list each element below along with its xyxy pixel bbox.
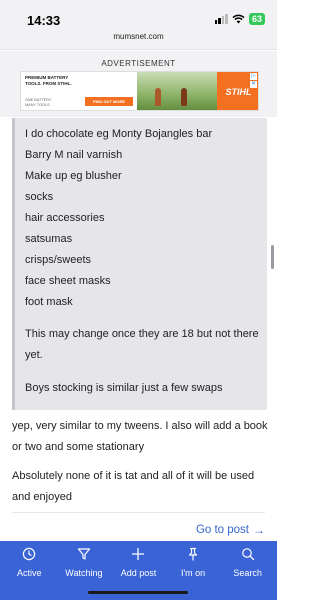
go-to-post-label: Go to post	[195, 524, 249, 536]
arrow-right-icon: →	[253, 523, 265, 537]
quote-list-item: I do chocolate eg Monty Bojangles bar	[25, 128, 213, 140]
quote-list-item: Make up eg blusher	[25, 170, 122, 182]
ad-close-icon[interactable]: ✕	[250, 81, 257, 88]
quote-list-item: foot mask	[25, 296, 73, 308]
pin-icon	[188, 547, 198, 561]
url-domain: mumsnet.com	[113, 32, 164, 41]
post-divider	[12, 512, 265, 513]
url-bar[interactable]: mumsnet.com	[0, 30, 277, 50]
status-bar: 14:33 63	[0, 0, 277, 30]
nav-label: Active	[17, 568, 42, 578]
quote-paragraph: This may change once they are 18 but not…	[25, 328, 259, 361]
search-icon	[241, 548, 254, 561]
quote-list-item: face sheet masks	[25, 275, 111, 287]
quote-list-item: socks	[25, 191, 54, 203]
go-to-post-link[interactable]: Go to post →	[196, 523, 265, 537]
home-indicator[interactable]	[88, 591, 188, 594]
filter-icon	[77, 548, 90, 560]
scrollbar[interactable]	[271, 245, 274, 269]
nav-label: Watching	[65, 568, 103, 578]
quote-paragraph: Boys stocking is similar just a few swap…	[25, 382, 223, 394]
ad-subtext: ONE BATTERY MANY TOOLS	[25, 98, 52, 107]
nav-label: Add post	[120, 568, 157, 578]
nav-label: I'm on	[180, 568, 206, 578]
nav-label: Search	[233, 568, 262, 578]
ad-banner[interactable]: PREMIUM BATTERY TOOLS. FROM STIHL. ONE B…	[20, 71, 259, 111]
battery-indicator: 63	[248, 13, 265, 25]
plus-icon	[132, 547, 145, 561]
ad-choices-icon[interactable]: ▷	[250, 73, 257, 80]
advertisement-area: ADVERTISEMENT PREMIUM BATTERY TOOLS. FRO…	[0, 51, 277, 117]
status-time: 14:33	[27, 13, 61, 28]
clock-icon	[23, 547, 36, 561]
quote-list-item: crisps/sweets	[25, 254, 92, 266]
nav-item-search[interactable]: Search	[222, 541, 274, 600]
quote-list-item: hair accessories	[25, 212, 105, 224]
wifi-icon	[232, 14, 245, 24]
status-icons: 63	[214, 13, 265, 25]
ad-photo	[137, 72, 217, 110]
quote-list-item: satsumas	[25, 233, 73, 245]
quote-list-item: Barry M nail varnish	[25, 149, 123, 161]
quote-block: I do chocolate eg Monty Bojangles bar Ba…	[12, 118, 267, 410]
nav-item-active[interactable]: Active	[3, 541, 55, 600]
quote-list: I do chocolate eg Monty Bojangles bar Ba…	[25, 124, 259, 313]
ad-headline: PREMIUM BATTERY TOOLS. FROM STIHL.	[25, 75, 72, 86]
post-paragraph: yep, very similar to my tweens. I also w…	[12, 420, 268, 453]
post-paragraph: Absolutely none of it is tat and all of …	[12, 470, 255, 503]
advertisement-label: ADVERTISEMENT	[101, 59, 176, 68]
signal-icon	[214, 14, 228, 24]
ad-cta-button[interactable]: FIND OUT MORE	[85, 97, 133, 106]
bottom-nav: Active Watching Add post I'm on Search	[0, 541, 277, 600]
